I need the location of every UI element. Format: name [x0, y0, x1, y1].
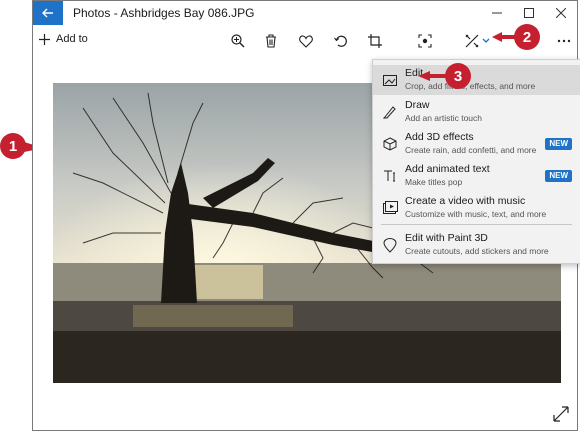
callout-2-number: 2 [522, 28, 532, 46]
more-button[interactable] [553, 31, 575, 51]
text-icon [382, 168, 398, 184]
title-bar: Photos - Ashbridges Bay 086.JPG [33, 1, 577, 25]
plus-icon [39, 33, 50, 45]
pen-icon [382, 104, 398, 120]
rotate-icon [334, 35, 347, 47]
menu-item-title: Add 3D effects [405, 131, 474, 143]
menu-item-desc: Add an artistic touch [405, 113, 483, 123]
close-button[interactable] [545, 1, 577, 25]
callout-3: 3 [445, 63, 471, 89]
favorite-icon [299, 34, 313, 48]
menu-item-desc: Customize with music, text, and more [405, 209, 547, 219]
photos-window: Photos - Ashbridges Bay 086.JPG Add to E… [32, 0, 580, 431]
edit-photo-icon [382, 72, 398, 88]
new-badge: NEW [545, 170, 572, 182]
menu-item-desc: Make titles pop [405, 177, 463, 187]
enhance-button[interactable] [414, 31, 436, 51]
window-title: Photos - Ashbridges Bay 086.JPG [73, 6, 255, 20]
back-arrow-icon [42, 8, 53, 18]
zoom-button[interactable] [227, 31, 249, 51]
3d-cube-icon [382, 136, 398, 152]
video-icon [382, 200, 398, 216]
menu-item-3d-effects[interactable]: Add 3D effects Create rain, add confetti… [373, 129, 580, 159]
callout-1: 1 [0, 133, 26, 159]
enhance-icon [418, 34, 432, 48]
menu-separator [381, 224, 572, 225]
expand-icon [553, 406, 569, 422]
chevron-down-icon [482, 38, 490, 43]
menu-item-edit[interactable]: Edit Crop, add filters, effects, and mor… [373, 65, 580, 95]
minimize-button[interactable] [481, 1, 513, 25]
menu-item-title: Edit with Paint 3D [405, 232, 488, 244]
menu-item-desc: Crop, add filters, effects, and more [405, 81, 536, 91]
more-icon [557, 39, 571, 43]
edit-create-dropdown[interactable] [479, 31, 493, 51]
callout-2: 2 [514, 24, 540, 50]
menu-item-draw[interactable]: Draw Add an artistic touch [373, 97, 580, 127]
maximize-icon [524, 8, 534, 18]
delete-icon [266, 34, 276, 48]
favorite-button[interactable] [295, 31, 317, 51]
new-badge: NEW [545, 138, 572, 150]
minimize-icon [492, 12, 502, 14]
paint3d-icon [382, 237, 398, 253]
delete-button[interactable] [260, 31, 282, 51]
maximize-button[interactable] [513, 1, 545, 25]
menu-item-title: Create a video with music [405, 195, 526, 207]
menu-item-animated-text[interactable]: Add animated text Make titles pop NEW [373, 161, 580, 191]
callout-3-number: 3 [453, 67, 463, 85]
callout-1-number: 1 [8, 137, 18, 155]
add-to-button[interactable]: Add to [39, 33, 88, 45]
menu-item-create-video[interactable]: Create a video with music Customize with… [373, 193, 580, 223]
menu-item-paint-3d[interactable]: Edit with Paint 3D Create cutouts, add s… [373, 230, 580, 260]
zoom-icon [231, 34, 245, 48]
callout-2-arrow [492, 32, 516, 42]
menu-item-desc: Create rain, add confetti, and more [405, 145, 537, 155]
full-screen-button[interactable] [553, 406, 569, 422]
crop-icon [368, 34, 382, 48]
menu-item-title: Draw [405, 99, 430, 111]
back-button[interactable] [33, 1, 63, 25]
crop-button[interactable] [364, 31, 386, 51]
callout-3-arrow [418, 71, 448, 81]
add-to-label: Add to [56, 33, 88, 45]
edit-create-menu: Edit Crop, add filters, effects, and mor… [372, 59, 580, 264]
menu-item-title: Add animated text [405, 163, 490, 175]
menu-item-desc: Create cutouts, add stickers and more [405, 246, 549, 256]
close-icon [556, 8, 566, 18]
rotate-button[interactable] [330, 31, 352, 51]
edit-create-icon [465, 34, 479, 48]
